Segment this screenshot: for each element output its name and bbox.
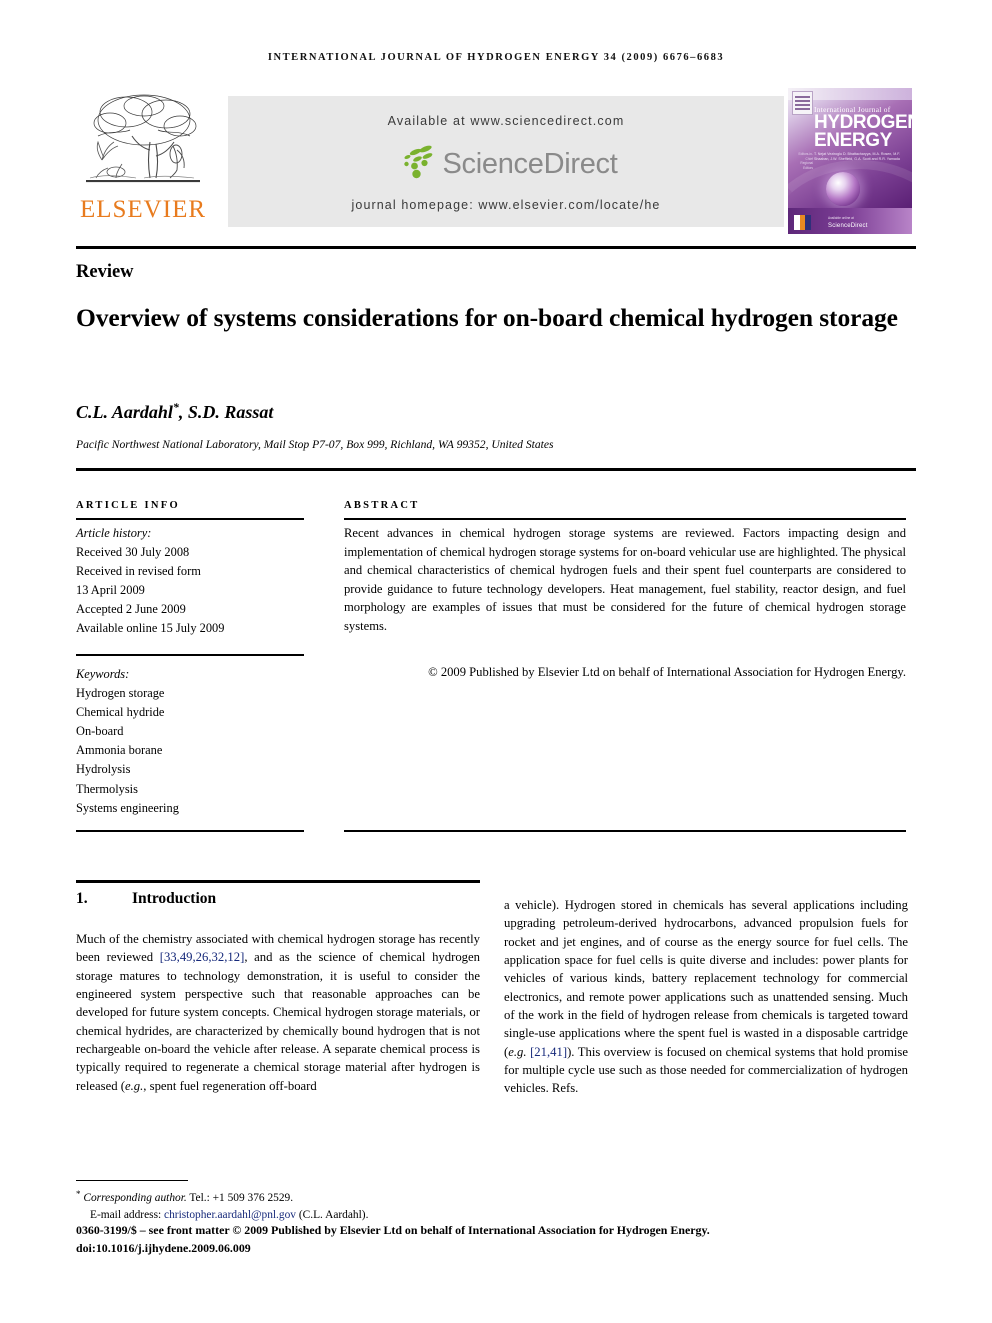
history-item: 13 April 2009 [76, 583, 145, 598]
history-item: Accepted 2 June 2009 [76, 602, 186, 617]
article-type-label: Review [76, 262, 134, 282]
sciencedirect-banner: Available at www.sciencedirect.com Scien… [228, 96, 784, 227]
cover-editors-list: T. Nejat Veziroglu D. Bhattacharyya, M.A… [814, 152, 901, 161]
section-number: 1. [76, 890, 88, 907]
corresponding-author-note: * Corresponding author. Tel.: +1 509 376… [76, 1186, 576, 1207]
corresponding-author-label: Corresponding author. [83, 1192, 187, 1204]
available-at-line: Available at www.sciencedirect.com [387, 114, 625, 128]
email-label: E-mail address: [90, 1209, 165, 1221]
body-emphasis: e.g. [508, 1044, 527, 1059]
corresponding-author-tel: Tel.: +1 509 376 2529. [186, 1192, 294, 1204]
cover-sciencedirect-tagline: Available online at [828, 216, 854, 220]
author-secondary: , S.D. Rassat [178, 402, 274, 422]
publisher-footer: 0360-3199/$ – see front matter © 2009 Pu… [76, 1222, 916, 1257]
abstract-copyright: © 2009 Published by Elsevier Ltd on beha… [428, 665, 906, 679]
keyword-item: Chemical hydride [76, 705, 165, 720]
author-primary: C.L. Aardahl [76, 402, 173, 422]
body-column-right: a vehicle). Hydrogen stored in chemicals… [504, 896, 908, 1098]
doi-line: doi:10.1016/j.ijhydene.2009.06.009 [76, 1240, 251, 1255]
article-history-block: Article history: Received 30 July 2008 R… [76, 524, 304, 639]
footnote-marker: * [76, 1189, 81, 1199]
history-item: Available online 15 July 2009 [76, 621, 225, 636]
masthead: ELSEVIER Available at www.sciencedirect.… [76, 88, 916, 234]
body-text: a vehicle). Hydrogen stored in chemicals… [504, 898, 908, 1059]
sciencedirect-wordmark: ScienceDirect [442, 148, 618, 180]
article-info-heading: Article Info [76, 500, 180, 511]
keywords-label: Keywords: [76, 667, 130, 681]
article-history-label: Article history: [76, 526, 152, 540]
issn-front-matter-line: 0360-3199/$ – see front matter © 2009 Pu… [76, 1223, 710, 1237]
divider-above-introduction [76, 880, 480, 884]
citation-link[interactable]: [21,41] [530, 1045, 567, 1059]
keyword-item: Ammonia borane [76, 743, 163, 758]
section-title: Introduction [132, 890, 217, 907]
divider-abstract-heading [344, 518, 906, 520]
page-title: Overview of systems considerations for o… [76, 303, 898, 332]
divider-abstract-bottom [344, 830, 906, 832]
body-text: , spent fuel regeneration off-board [143, 1078, 317, 1093]
elsevier-tree-icon [78, 90, 208, 194]
footnote-divider [76, 1180, 188, 1182]
keywords-block: Keywords: Hydrogen storage Chemical hydr… [76, 665, 304, 818]
journal-article-page: International Journal of Hydrogen Energy… [0, 0, 992, 1323]
running-head: International Journal of Hydrogen Energy… [267, 52, 725, 63]
divider-above-review [76, 246, 916, 249]
divider-above-info [76, 468, 916, 471]
divider-keywords-bottom [76, 830, 304, 832]
cover-bottom-band: Available online at ScienceDirect [788, 208, 912, 234]
affiliation: Pacific Northwest National Laboratory, M… [76, 438, 554, 451]
author-list: C.L. Aardahl*, S.D. Rassat [76, 400, 906, 423]
elsevier-logo: ELSEVIER [76, 88, 210, 234]
divider-keywords-top [76, 654, 304, 656]
sciencedirect-logo: ScienceDirect [228, 144, 784, 186]
cover-title-energy: ENERGY [814, 130, 892, 151]
section-heading-introduction: 1. Introduction [76, 890, 216, 908]
abstract-body: Recent advances in chemical hydrogen sto… [344, 526, 906, 633]
keyword-item: Thermolysis [76, 781, 138, 796]
cover-elsevier-logo-icon [792, 91, 813, 115]
cover-sciencedirect-wordmark: ScienceDirect [828, 223, 868, 229]
cover-iahe-logo-icon [794, 215, 811, 230]
email-suffix: (C.L. Aardahl). [296, 1209, 369, 1221]
email-link[interactable]: christopher.aardahl@pnl.gov [164, 1209, 296, 1221]
body-emphasis: e.g. [124, 1078, 144, 1093]
keyword-item: On-board [76, 724, 124, 739]
cover-editors-label: Editors-in-Chief Regional Editors [798, 152, 813, 170]
history-item: Received in revised form [76, 564, 201, 579]
body-text: , and as the science of chemical hydroge… [76, 950, 480, 1093]
body-column-left: Much of the chemistry associated with ch… [76, 930, 480, 1095]
history-item: Received 30 July 2008 [76, 545, 190, 560]
keyword-item: Hydrogen storage [76, 686, 165, 701]
journal-homepage-line: journal homepage: www.elsevier.com/locat… [351, 198, 661, 212]
cover-sphere-graphic [826, 172, 860, 206]
keyword-item: Hydrolysis [76, 762, 131, 777]
journal-cover-thumbnail: International Journal of HYDROGEN ENERGY… [788, 88, 912, 234]
elsevier-wordmark: ELSEVIER [79, 196, 207, 223]
abstract-heading: Abstract [344, 500, 420, 511]
keyword-item: Systems engineering [76, 800, 179, 815]
divider-info-heading [76, 518, 304, 520]
sciencedirect-leaf-icon [395, 144, 439, 185]
footnote-block: * Corresponding author. Tel.: +1 509 376… [76, 1186, 576, 1224]
citation-link[interactable]: [33,49,26,32,12] [160, 950, 245, 964]
